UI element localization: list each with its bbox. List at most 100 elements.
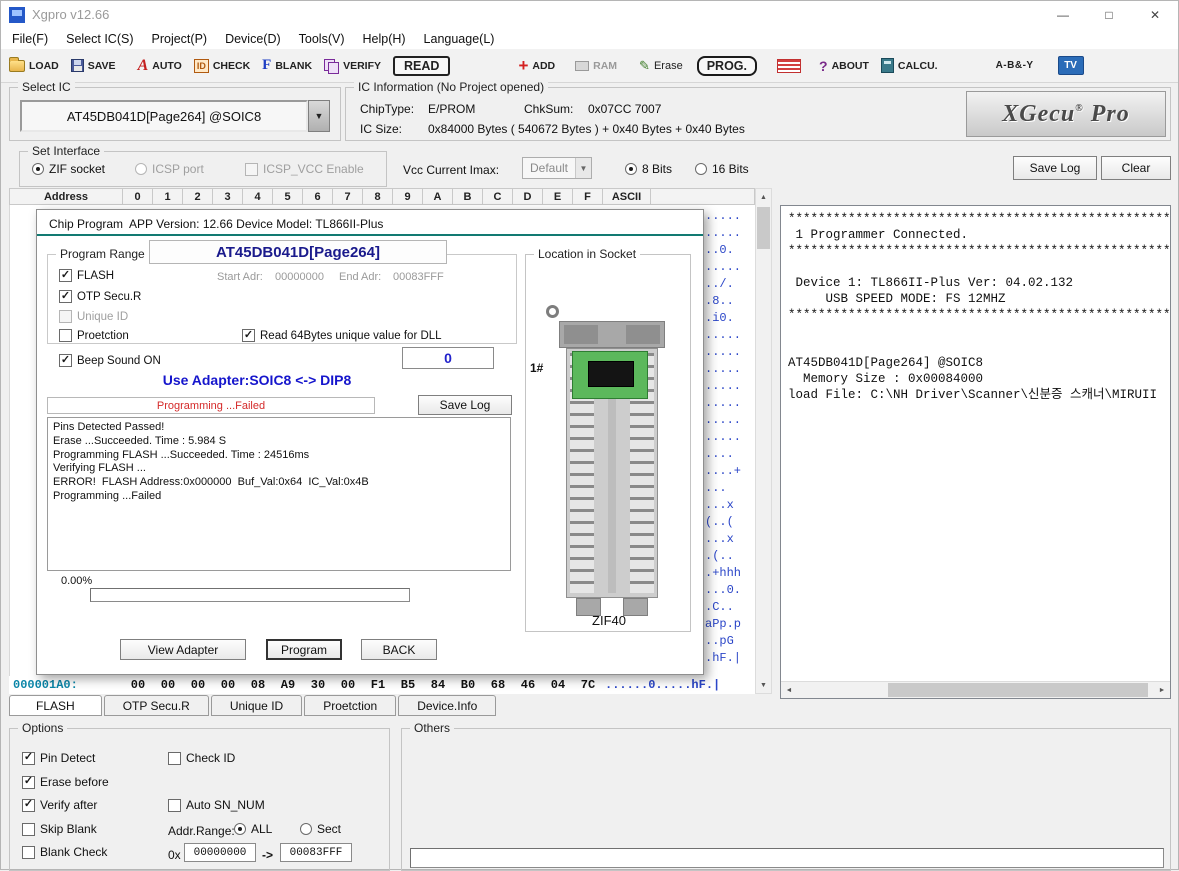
floppy-icon (71, 59, 84, 72)
erase-button[interactable]: ✎ Erase (639, 59, 683, 72)
add-button[interactable]: + ADD (518, 57, 555, 74)
logo-suffix: Pro (1091, 101, 1130, 128)
bits16-radio[interactable]: 16 Bits (695, 162, 749, 176)
logic-button[interactable]: A-B&-Y (996, 60, 1034, 71)
dialog-log-area[interactable]: Pins Detected Passed! Erase ...Succeeded… (47, 417, 511, 571)
hex-header-cell-c: C (483, 188, 513, 205)
checkbox-box: ✓ (22, 752, 35, 765)
menu-item-4[interactable]: Tools(V) (290, 32, 354, 46)
scroll-right-arrow-icon[interactable]: ► (1154, 682, 1170, 698)
check-id-checkbox[interactable]: Check ID (168, 751, 235, 765)
hex-vertical-scrollbar[interactable]: ▲ ▼ (755, 188, 772, 694)
ic-combobox-dropdown-button[interactable]: ▼ (308, 100, 330, 132)
tab-flash[interactable]: FLASH (9, 695, 102, 716)
folder-icon (9, 60, 25, 72)
plus-icon: + (518, 57, 528, 74)
addr-range-label: Addr.Range: (168, 824, 235, 838)
menu-item-0[interactable]: File(F) (3, 32, 57, 46)
auto-button[interactable]: A AUTO (138, 58, 182, 74)
hex-header-cell-5: 5 (273, 188, 303, 205)
protection-checkbox[interactable]: Proetction (59, 329, 129, 342)
tab-unique-id[interactable]: Unique ID (211, 695, 302, 716)
scrollbar-thumb[interactable] (888, 683, 1148, 697)
start-adr-value: 00000000 (275, 271, 324, 283)
back-button[interactable]: BACK (361, 639, 437, 660)
hex-ascii-column: ..... ..... ..0. ..... ../. .8.. .i0. ..… (705, 208, 741, 667)
vcc-imax-dropdown[interactable]: Default ▼ (522, 157, 592, 179)
options-legend: Options (18, 721, 67, 735)
zif-socket-radio[interactable]: ZIF socket (32, 162, 105, 176)
check-button[interactable]: ID CHECK (194, 59, 250, 73)
tv-button[interactable]: TV (1058, 56, 1084, 75)
view-adapter-button[interactable]: View Adapter (120, 639, 246, 660)
scrollbar-thumb[interactable] (757, 207, 770, 249)
pin-detect-checkbox[interactable]: ✓ Pin Detect (22, 751, 95, 765)
scroll-left-arrow-icon[interactable]: ◄ (781, 682, 797, 698)
tab-otp-secu-r[interactable]: OTP Secu.R (104, 695, 209, 716)
close-button[interactable]: ✕ (1132, 1, 1178, 28)
log-horizontal-scrollbar[interactable]: ◄ ► (781, 681, 1170, 698)
menu-item-2[interactable]: Project(P) (143, 32, 217, 46)
save-log-button[interactable]: Save Log (1013, 156, 1097, 180)
registered-mark-icon: ® (1075, 103, 1082, 114)
range-end-input[interactable]: 00083FFF (280, 843, 352, 862)
menu-item-3[interactable]: Device(D) (216, 32, 290, 46)
tab-proetction[interactable]: Proetction (304, 695, 396, 716)
bits8-radio[interactable]: 8 Bits (625, 162, 672, 176)
flash-checkbox[interactable]: ✓ FLASH (59, 269, 114, 282)
menu-item-1[interactable]: Select IC(S) (57, 32, 142, 46)
addr-range-sect-radio[interactable]: Sect (300, 822, 341, 836)
otp-secur-checkbox[interactable]: ✓ OTP Secu.R (59, 290, 141, 303)
calcu-button[interactable]: CALCU. (881, 58, 938, 73)
blank-button[interactable]: F BLANK (262, 58, 312, 73)
clear-button[interactable]: Clear (1101, 156, 1171, 180)
erase-before-checkbox[interactable]: ✓ Erase before (22, 775, 109, 789)
ic-test-button[interactable] (777, 59, 801, 73)
hex-byte: F1 (363, 678, 393, 692)
range-start-input[interactable]: 00000000 (184, 843, 256, 862)
verify-after-checkbox[interactable]: ✓ Verify after (22, 798, 97, 812)
program-label: Program (281, 643, 327, 657)
hex-header-cell-ascii: ASCII (603, 188, 651, 205)
ic-combobox[interactable]: AT45DB041D[Page264] @SOIC8 (20, 100, 308, 132)
back-label: BACK (383, 643, 416, 657)
unique-id-checkbox[interactable]: Unique ID (59, 310, 128, 323)
blank-check-checkbox[interactable]: Blank Check (22, 845, 107, 859)
save-button[interactable]: SAVE (71, 59, 116, 72)
scroll-up-arrow-icon[interactable]: ▲ (756, 189, 771, 205)
radio-circle (625, 163, 637, 175)
start-adr-label: Start Adr: (217, 271, 263, 283)
minimize-button[interactable]: — (1040, 1, 1086, 28)
read64-checkbox[interactable]: ✓ Read 64Bytes unique value for DLL (242, 329, 442, 342)
others-field[interactable] (410, 848, 1164, 868)
ic-info-group: IC Information (No Project opened) ChipT… (345, 87, 1171, 141)
menu-item-5[interactable]: Help(H) (353, 32, 414, 46)
icsp-vcc-checkbox[interactable]: ICSP_VCC Enable (245, 162, 364, 176)
menu-item-6[interactable]: Language(L) (415, 32, 504, 46)
beep-checkbox[interactable]: ✓ Beep Sound ON (59, 354, 161, 367)
scroll-down-arrow-icon[interactable]: ▼ (756, 677, 771, 693)
program-button[interactable]: Program (266, 639, 342, 660)
blank-check-label: Blank Check (40, 845, 107, 859)
dialog-save-log-button[interactable]: Save Log (418, 395, 512, 415)
count-field[interactable]: 0 (402, 347, 494, 369)
maximize-button[interactable]: □ (1086, 1, 1132, 28)
verify-button[interactable]: VERIFY (324, 59, 381, 73)
ic-size-label: IC Size: (360, 122, 402, 136)
tv-label: TV (1064, 60, 1077, 71)
prog-button[interactable]: PROG. (697, 56, 757, 76)
end-adr-label: End Adr: (339, 271, 381, 283)
icsp-port-radio[interactable]: ICSP port (135, 162, 204, 176)
addr-range-all-radio[interactable]: ALL (234, 822, 272, 836)
verify-after-label: Verify after (40, 798, 97, 812)
save-log-label: Save Log (1030, 161, 1081, 175)
auto-sn-checkbox[interactable]: Auto SN_NUM (168, 798, 265, 812)
tab-device-info[interactable]: Device.Info (398, 695, 496, 716)
read-button[interactable]: READ (393, 56, 450, 76)
skip-blank-checkbox[interactable]: Skip Blank (22, 822, 97, 836)
about-button[interactable]: ? ABOUT (819, 58, 869, 74)
otp-secur-label: OTP Secu.R (77, 291, 141, 303)
load-button[interactable]: LOAD (9, 60, 59, 72)
checkbox-box: ✓ (242, 329, 255, 342)
ram-button[interactable]: RAM (575, 60, 617, 72)
